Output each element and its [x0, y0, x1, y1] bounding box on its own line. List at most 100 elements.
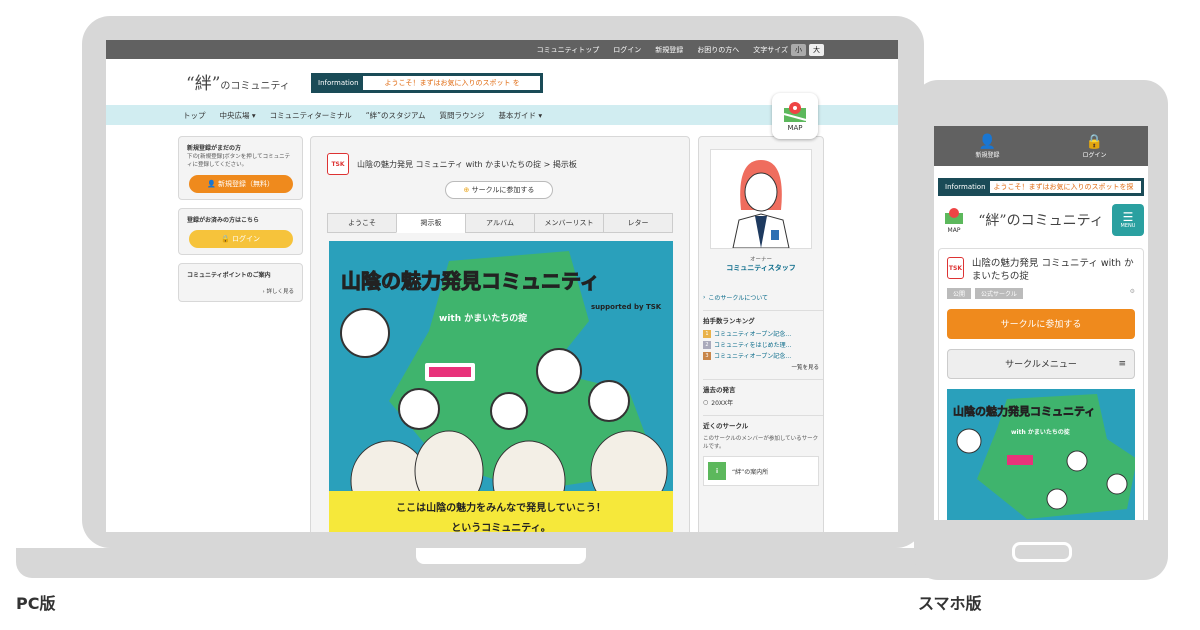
login-button[interactable]: 🔒 ログイン — [188, 230, 293, 249]
sp-info-label: Information — [941, 181, 990, 193]
past-posts-label: 20XX年 — [711, 400, 734, 407]
owner-illustration — [732, 160, 790, 249]
sp-banner-with: with かまいたちの掟 — [1011, 428, 1070, 436]
login-title: 登録がお済みの方はこちら — [187, 217, 260, 225]
font-small-button[interactable]: 小 — [791, 43, 806, 56]
circle-icon: ○ — [703, 399, 709, 406]
join-icon: ⊕ — [463, 186, 472, 194]
map-icon — [945, 207, 963, 224]
info-icon: i — [708, 462, 726, 480]
sp-menu-label: MENU — [1120, 223, 1136, 229]
register-button-label: 新規登録（無料） — [217, 180, 274, 189]
nav-terminal[interactable]: コミュニティターミナル — [270, 110, 352, 121]
map-icon — [783, 102, 807, 122]
right-column: オーナー コミュニティスタッフ › このサークルについて 拍手数ランキング 1 コミ… — [698, 136, 824, 532]
ranking-item-1[interactable]: 1 コミュニティオープン記念… — [703, 329, 819, 338]
tab-members[interactable]: メンバーリスト — [534, 213, 604, 233]
sp-information-ticker[interactable]: Information ようこそ！まずはお気に入りのスポットを探 — [938, 178, 1144, 196]
points-title: コミュニティポイントのご案内 — [187, 272, 271, 280]
topbar-register[interactable]: 新規登録 — [655, 45, 683, 55]
circle-title: 山陰の魅力発見 コミュニティ with かまいたちの掟 > 掲示板 — [357, 159, 577, 169]
guide-item[interactable]: i “絆”の案内所 — [703, 456, 819, 486]
phone-home-button — [1012, 542, 1072, 562]
sp-login-button[interactable]: 🔒 ログイン — [1082, 134, 1106, 159]
nav-question-lounge[interactable]: 質問ラウンジ — [439, 110, 484, 121]
banner-text-1: ここは山陰の魅力をみんなで発見していこう！ — [396, 503, 606, 514]
nav-guide[interactable]: 基本ガイド ▾ — [498, 110, 542, 121]
tab-welcome[interactable]: ようこそ — [327, 213, 397, 233]
user-plus-icon: 👤 — [207, 180, 218, 189]
information-ticker[interactable]: Information ようこそ！まずはお気に入りのスポット を — [311, 73, 543, 93]
nav-central-plaza[interactable]: 中央広場 ▾ — [220, 110, 256, 121]
sp-banner: 山陰の魅力発見コミュニティ with かまいたちの掟 — [947, 388, 1135, 520]
user-plus-icon: 👤 — [978, 133, 997, 150]
ranking-item-2[interactable]: 2 コミュニティをはじめた理… — [703, 340, 819, 349]
ranking-item-3[interactable]: 3 コミュニティオープン記念… — [703, 351, 819, 360]
tab-board[interactable]: 掲示板 — [396, 213, 466, 233]
center-column: TSK 山陰の魅力発見 コミュニティ with かまいたちの掟 > 掲示板 ⊕ … — [310, 136, 690, 532]
circle-tabs: ようこそ 掲示板 アルバム メンバーリスト レター — [327, 213, 673, 233]
nav-top[interactable]: トップ — [183, 110, 206, 121]
info-label: Information — [314, 76, 363, 90]
sp-tsk-logo: TSK — [947, 257, 964, 279]
tab-album[interactable]: アルバム — [465, 213, 535, 233]
caption-pc: PC版 — [16, 594, 56, 613]
rank-1-icon: 1 — [703, 329, 711, 338]
points-more-label: 詳しく見る — [266, 289, 294, 296]
topbar-help[interactable]: お困りの方へ — [697, 45, 739, 55]
sp-tags: 公開 公式サークル ⚙ — [947, 287, 1135, 299]
ranking-more-link[interactable]: 一覧を見る — [703, 363, 819, 371]
logo-sub: のコミュニティ — [220, 81, 290, 92]
lock-icon: 🔒 — [221, 235, 232, 244]
sp-register-label: 新規登録 — [975, 151, 1000, 159]
sp-site-logo[interactable]: “絆”のコミュニティ — [978, 210, 1103, 230]
ranking-title: 拍手数ランキング — [703, 310, 823, 325]
map-button[interactable]: MAP — [772, 93, 818, 139]
past-posts-item[interactable]: ○ 20XX年 — [703, 398, 819, 407]
register-title: 新規登録がまだの方 — [187, 145, 242, 152]
rank-3-icon: 3 — [703, 351, 711, 360]
rank-2-icon: 2 — [703, 340, 711, 349]
topbar-login[interactable]: ログイン — [613, 45, 641, 55]
nav-stadium[interactable]: “絆”のスタジアム — [366, 110, 426, 121]
topbar-community-top[interactable]: コミュニティトップ — [537, 45, 600, 55]
owner-name[interactable]: コミュニティスタッフ — [699, 263, 823, 273]
map-label: MAP — [787, 124, 803, 132]
lock-icon: 🔒 — [1085, 133, 1104, 150]
sp-circle-menu-button[interactable]: サークルメニュー ≡ — [947, 348, 1135, 379]
banner-title: 山陰の魅力発見コミュニティ — [341, 269, 601, 294]
past-posts-title: 過去の発言 — [703, 379, 823, 394]
pc-screen: コミュニティトップ ログイン 新規登録 お困りの方へ 文字サイズ 小 大 “絆”… — [106, 40, 898, 532]
banner-text-2: というコミュニティ。 — [451, 523, 551, 532]
site-logo[interactable]: “絆”のコミュニティ — [186, 69, 290, 94]
points-more-link[interactable]: › 詳しく見る — [187, 287, 294, 295]
sp-info-text: ようこそ！まずはお気に入りのスポットを探 — [993, 183, 1134, 191]
sp-map-button[interactable]: MAP — [938, 207, 970, 234]
about-label: このサークルについて — [708, 295, 769, 302]
caption-sp: スマホ版 — [918, 594, 982, 613]
sp-register-button[interactable]: 👤 新規登録 — [975, 134, 999, 159]
join-label: サークルに参加する — [471, 186, 535, 194]
login-box: 登録がお済みの方はこちら 🔒 ログイン — [178, 208, 303, 256]
sp-banner-title: 山陰の魅力発見コミュニティ — [953, 404, 1096, 418]
gear-icon[interactable]: ⚙ — [1130, 288, 1135, 299]
sp-map-label: MAP — [947, 226, 961, 234]
banner-supported: supported by TSK — [591, 303, 662, 311]
tsk-logo: TSK — [327, 153, 349, 175]
community-banner: 山陰の魅力発見コミュニティ with かまいたちの掟 supported by … — [329, 241, 673, 532]
register-button[interactable]: 👤 新規登録（無料） — [188, 175, 293, 194]
about-circle-link[interactable]: › このサークルについて — [703, 293, 819, 302]
sp-join-button[interactable]: サークルに参加する — [947, 308, 1135, 339]
login-button-label: ログイン — [231, 235, 260, 244]
info-text: ようこそ！まずはお気に入りのスポット を — [384, 79, 520, 87]
top-bar: コミュニティトップ ログイン 新規登録 お困りの方へ 文字サイズ 小 大 — [106, 40, 898, 59]
left-column: 新規登録がまだの方 下の[新規登録]ボタンを押してコミュニティに登録してください… — [178, 136, 303, 310]
sp-logo-row: MAP “絆”のコミュニティ ☰ MENU — [934, 196, 1148, 236]
banner-with: with かまいたちの掟 — [439, 314, 528, 324]
join-circle-button[interactable]: ⊕ サークルに参加する — [445, 181, 553, 199]
sp-menu-button[interactable]: ☰ MENU — [1111, 204, 1144, 236]
font-large-button[interactable]: 大 — [809, 43, 824, 56]
tag-public: 公開 — [947, 287, 972, 299]
owner-avatar[interactable] — [710, 149, 812, 249]
tab-letter[interactable]: レター — [603, 213, 673, 233]
